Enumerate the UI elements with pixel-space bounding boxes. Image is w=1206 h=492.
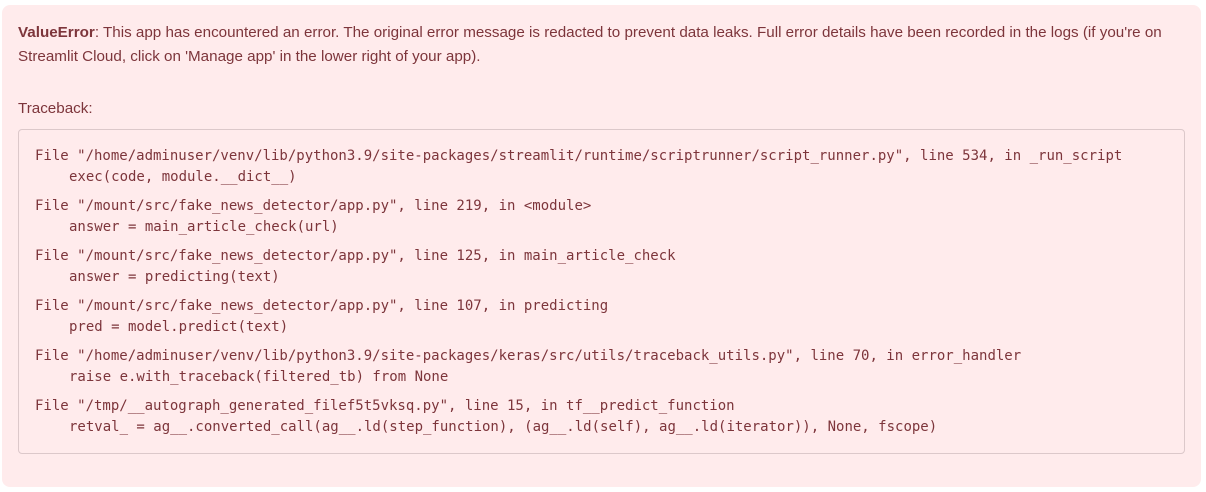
frame-code: exec(code, module.__dict__)	[69, 169, 297, 185]
frame-location: File "/mount/src/fake_news_detector/app.…	[35, 248, 676, 264]
traceback-code-block: File "/home/adminuser/venv/lib/python3.9…	[18, 129, 1185, 454]
frame-code: retval_ = ag__.converted_call(ag__.ld(st…	[69, 419, 938, 435]
frame-code: pred = model.predict(text)	[69, 319, 289, 335]
traceback-frame: File "/mount/src/fake_news_detector/app.…	[35, 246, 1184, 288]
traceback-frame: File "/mount/src/fake_news_detector/app.…	[35, 196, 1184, 238]
frame-code: answer = predicting(text)	[69, 269, 280, 285]
frame-location: File "/mount/src/fake_news_detector/app.…	[35, 198, 592, 214]
frame-location: File "/home/adminuser/venv/lib/python3.9…	[35, 148, 1123, 164]
traceback-frame: File "/home/adminuser/venv/lib/python3.9…	[35, 146, 1184, 188]
traceback-frame: File "/mount/src/fake_news_detector/app.…	[35, 296, 1184, 338]
traceback-label: Traceback:	[18, 100, 93, 117]
error-alert: ValueError: This app has encountered an …	[2, 5, 1201, 487]
frame-location: File "/mount/src/fake_news_detector/app.…	[35, 298, 609, 314]
frame-location: File "/home/adminuser/venv/lib/python3.9…	[35, 348, 1022, 364]
frame-code: raise e.with_traceback(filtered_tb) from…	[69, 369, 449, 385]
frame-code: answer = main_article_check(url)	[69, 219, 339, 235]
error-message: ValueError: This app has encountered an …	[18, 21, 1185, 69]
error-type: ValueError	[18, 24, 95, 41]
traceback-frame: File "/home/adminuser/venv/lib/python3.9…	[35, 346, 1184, 388]
frame-location: File "/tmp/__autograph_generated_filef5t…	[35, 398, 735, 414]
traceback-frame: File "/tmp/__autograph_generated_filef5t…	[35, 396, 1184, 438]
error-text: : This app has encountered an error. The…	[18, 24, 1162, 65]
